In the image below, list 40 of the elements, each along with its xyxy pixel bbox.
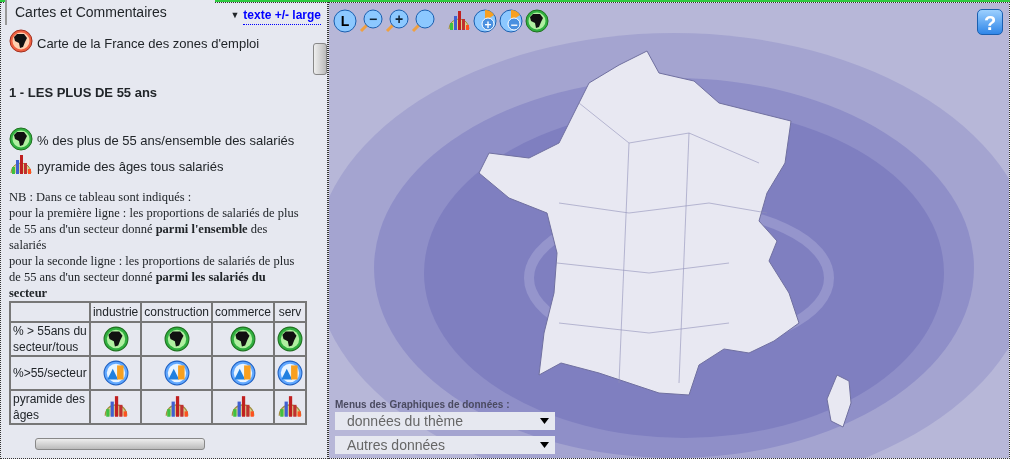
column-header: commerce	[212, 301, 274, 322]
bar-chart-icon	[9, 152, 33, 177]
africa-map-button[interactable]	[525, 9, 549, 33]
chart-icon[interactable]	[102, 359, 129, 386]
dropdown[interactable]: données du thème	[335, 412, 555, 430]
africa-map-icon	[9, 29, 33, 53]
intro-text: Carte de la France des zones d'emploi	[37, 34, 260, 53]
panel-tab[interactable]: Cartes et Commentaires	[5, 0, 215, 25]
row-header: % > 55ans du secteur/tous	[10, 321, 90, 356]
bar-chart-icon[interactable]	[230, 393, 256, 420]
bar-chart-icon[interactable]	[102, 393, 129, 420]
africa-map-icon[interactable]	[163, 325, 190, 352]
bar-chart-icon[interactable]	[277, 393, 303, 420]
chart-icon[interactable]	[163, 359, 190, 386]
row-header: %>55/secteur	[10, 355, 90, 390]
africa-map-icon[interactable]	[230, 325, 256, 352]
search-button[interactable]	[411, 9, 435, 33]
africa-map-icon[interactable]	[277, 325, 303, 352]
column-header: serv	[274, 301, 306, 322]
bar-chart-button[interactable]	[447, 9, 471, 33]
chart-icon[interactable]	[230, 359, 256, 386]
row-header: pyramide des âges	[10, 389, 90, 424]
column-header: construction	[141, 301, 212, 322]
note-text: pour la seconde ligne : les proportions de salariés de plus de 55 ans d'un secteur donné parmi les salariés du secteur	[9, 252, 296, 301]
dropdown[interactable]: Autres données	[335, 436, 555, 454]
layer-button[interactable]: L	[333, 9, 357, 33]
legend-text: pyramide des âges tous salariés	[37, 158, 224, 176]
dropdown-arrow[interactable]: ▼	[230, 8, 240, 23]
menu-label: Menus des Graphiques de données :	[335, 398, 511, 412]
text-size-link[interactable]: texte +/- large	[243, 6, 321, 25]
caret-icon	[540, 418, 549, 424]
africa-map-icon[interactable]	[102, 325, 129, 352]
bar-chart-icon[interactable]	[163, 393, 190, 420]
africa-map-icon	[9, 126, 33, 151]
caret-icon	[540, 442, 549, 448]
column-header: industrie	[89, 301, 142, 322]
legend-text: % des plus de 55 ans/ensemble des salariés	[37, 132, 295, 150]
chart-icon[interactable]	[277, 359, 303, 386]
note-text: NB : Dans ce tableau sont indiqués :	[9, 188, 193, 205]
section-heading: 1 - LES PLUS DE 55 ans	[9, 84, 159, 102]
